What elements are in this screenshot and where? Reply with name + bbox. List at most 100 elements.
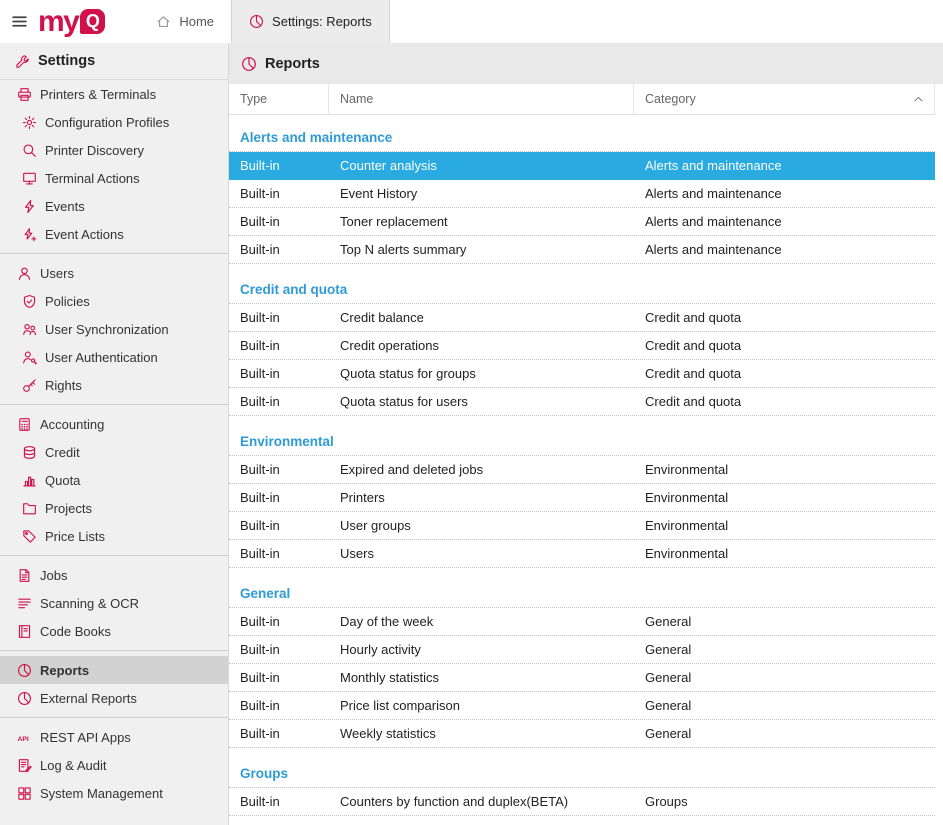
sidebar-divider bbox=[0, 404, 228, 405]
sidebar-item-external-reports[interactable]: External Reports bbox=[0, 684, 228, 712]
sidebar-item-quota[interactable]: Quota bbox=[0, 466, 228, 494]
table-row[interactable]: Built-inQuota status for groupsCredit an… bbox=[229, 360, 935, 388]
cell-name: Counters by function and duplex(BETA) bbox=[329, 788, 634, 815]
sidebar-item-reports[interactable]: Reports bbox=[0, 656, 228, 684]
cell-type: Built-in bbox=[229, 484, 329, 511]
cell-name: Top N alerts summary bbox=[329, 236, 634, 263]
sidebar-item-user-synchronization[interactable]: User Synchronization bbox=[0, 315, 228, 343]
table-row[interactable]: Built-inUsersEnvironmental bbox=[229, 540, 935, 568]
log-icon bbox=[16, 757, 32, 773]
cell-category: Environmental bbox=[634, 484, 935, 511]
cell-category: Alerts and maintenance bbox=[634, 236, 935, 263]
sidebar-item-label: Accounting bbox=[40, 417, 104, 432]
cell-category: General bbox=[634, 636, 935, 663]
logo-text-my: my bbox=[38, 7, 78, 37]
cell-name: Counter analysis bbox=[329, 152, 634, 179]
cell-category: Environmental bbox=[634, 540, 935, 567]
sidebar-item-users[interactable]: Users bbox=[0, 259, 228, 287]
sidebar-item-label: Printers & Terminals bbox=[40, 87, 156, 102]
sidebar-item-log-audit[interactable]: Log & Audit bbox=[0, 751, 228, 779]
table-row[interactable]: Built-inExpired and deleted jobsEnvironm… bbox=[229, 456, 935, 484]
cell-category: Credit and quota bbox=[634, 360, 935, 387]
sidebar-item-code-books[interactable]: Code Books bbox=[0, 617, 228, 645]
table-row[interactable]: Built-inPrintersEnvironmental bbox=[229, 484, 935, 512]
sidebar-item-label: Users bbox=[40, 266, 74, 281]
cell-type: Built-in bbox=[229, 636, 329, 663]
tab-home[interactable]: Home bbox=[139, 0, 231, 43]
cell-type: Built-in bbox=[229, 456, 329, 483]
sidebar-item-printer-discovery[interactable]: Printer Discovery bbox=[0, 136, 228, 164]
table-row[interactable]: Built-inEvent HistoryAlerts and maintena… bbox=[229, 180, 935, 208]
sidebar-item-event-actions[interactable]: Event Actions bbox=[0, 220, 228, 248]
column-header-type[interactable]: Type bbox=[229, 84, 329, 114]
table-row[interactable]: Built-inToner replacementAlerts and main… bbox=[229, 208, 935, 236]
table-row[interactable]: Built-inWeekly statisticsGeneral bbox=[229, 720, 935, 748]
table-row[interactable]: Built-inDay of the weekGeneral bbox=[229, 608, 935, 636]
cell-type: Built-in bbox=[229, 360, 329, 387]
sidebar-item-jobs[interactable]: Jobs bbox=[0, 561, 228, 589]
sidebar-item-printers-terminals[interactable]: Printers & Terminals bbox=[0, 80, 228, 108]
cell-name: Quota status for groups bbox=[329, 360, 634, 387]
cell-type: Built-in bbox=[229, 180, 329, 207]
myq-logo[interactable]: my Q bbox=[38, 0, 115, 43]
table-row[interactable]: Built-inCounter analysisAlerts and maint… bbox=[229, 152, 935, 180]
cell-name: Hourly activity bbox=[329, 636, 634, 663]
table-row[interactable]: Built-inTop N alerts summaryAlerts and m… bbox=[229, 236, 935, 264]
scan-icon bbox=[16, 595, 32, 611]
cell-category: Environmental bbox=[634, 456, 935, 483]
table-row[interactable]: Built-inCounters by function and duplex(… bbox=[229, 788, 935, 816]
topbar: my Q Home Settings: Reports bbox=[0, 0, 943, 43]
sidebar-item-credit[interactable]: Credit bbox=[0, 438, 228, 466]
cell-name: Monthly statistics bbox=[329, 664, 634, 691]
sidebar-item-label: Event Actions bbox=[45, 227, 124, 242]
sidebar-nav: Printers & Terminals Configuration Profil… bbox=[0, 80, 228, 807]
sidebar-item-label: Policies bbox=[45, 294, 90, 309]
sidebar-item-configuration-profiles[interactable]: Configuration Profiles bbox=[0, 108, 228, 136]
cell-type: Built-in bbox=[229, 540, 329, 567]
sidebar-item-price-lists[interactable]: Price Lists bbox=[0, 522, 228, 550]
cell-name: Day of the week bbox=[329, 608, 634, 635]
tab-home-label: Home bbox=[179, 14, 214, 29]
reports-icon bbox=[249, 14, 264, 29]
sidebar-item-events[interactable]: Events bbox=[0, 192, 228, 220]
sidebar-item-policies[interactable]: Policies bbox=[0, 287, 228, 315]
sidebar-item-label: User Authentication bbox=[45, 350, 158, 365]
cell-type: Built-in bbox=[229, 692, 329, 719]
content-area: Reports Type Name Category Alerts and ma… bbox=[229, 43, 943, 825]
cell-name: Credit operations bbox=[329, 332, 634, 359]
table-row[interactable]: Built-inUser groupsEnvironmental bbox=[229, 512, 935, 540]
table-row[interactable]: Built-inPrice list comparisonGeneral bbox=[229, 692, 935, 720]
sidebar-item-rights[interactable]: Rights bbox=[0, 371, 228, 399]
table-group-header-groups: Groups bbox=[229, 763, 935, 788]
cell-category: General bbox=[634, 692, 935, 719]
main-layout: Settings Printers & TerminalsConfigurati… bbox=[0, 43, 943, 825]
tab-settings-reports[interactable]: Settings: Reports bbox=[231, 0, 390, 43]
table-row[interactable]: Built-inCredit balanceCredit and quota bbox=[229, 304, 935, 332]
sidebar-item-accounting[interactable]: Accounting bbox=[0, 410, 228, 438]
sidebar-item-system-management[interactable]: System Management bbox=[0, 779, 228, 807]
sidebar-item-terminal-actions[interactable]: Terminal Actions bbox=[0, 164, 228, 192]
key-icon bbox=[21, 377, 37, 393]
cell-type: Built-in bbox=[229, 152, 329, 179]
cell-type: Built-in bbox=[229, 236, 329, 263]
table-group-header-environmental: Environmental bbox=[229, 431, 935, 456]
sidebar-item-user-authentication[interactable]: User Authentication bbox=[0, 343, 228, 371]
column-header-category[interactable]: Category bbox=[634, 84, 935, 114]
sidebar-item-rest-api-apps[interactable]: APIREST API Apps bbox=[0, 723, 228, 751]
menu-icon[interactable] bbox=[0, 0, 38, 43]
table-row[interactable]: Built-inMonthly statisticsGeneral bbox=[229, 664, 935, 692]
table-row[interactable]: Built-inHourly activityGeneral bbox=[229, 636, 935, 664]
sidebar-item-label: Rights bbox=[45, 378, 82, 393]
sidebar-item-projects[interactable]: Projects bbox=[0, 494, 228, 522]
tab-bar: Home Settings: Reports bbox=[139, 0, 389, 43]
system-icon bbox=[16, 785, 32, 801]
table-row[interactable]: Built-inQuota status for usersCredit and… bbox=[229, 388, 935, 416]
sidebar-item-scanning-ocr[interactable]: Scanning & OCR bbox=[0, 589, 228, 617]
cell-category: Alerts and maintenance bbox=[634, 152, 935, 179]
sidebar-item-label: Projects bbox=[45, 501, 92, 516]
sidebar-item-label: Price Lists bbox=[45, 529, 105, 544]
cell-type: Built-in bbox=[229, 512, 329, 539]
column-header-category-label: Category bbox=[645, 92, 696, 106]
column-header-name[interactable]: Name bbox=[329, 84, 634, 114]
table-row[interactable]: Built-inCredit operationsCredit and quot… bbox=[229, 332, 935, 360]
